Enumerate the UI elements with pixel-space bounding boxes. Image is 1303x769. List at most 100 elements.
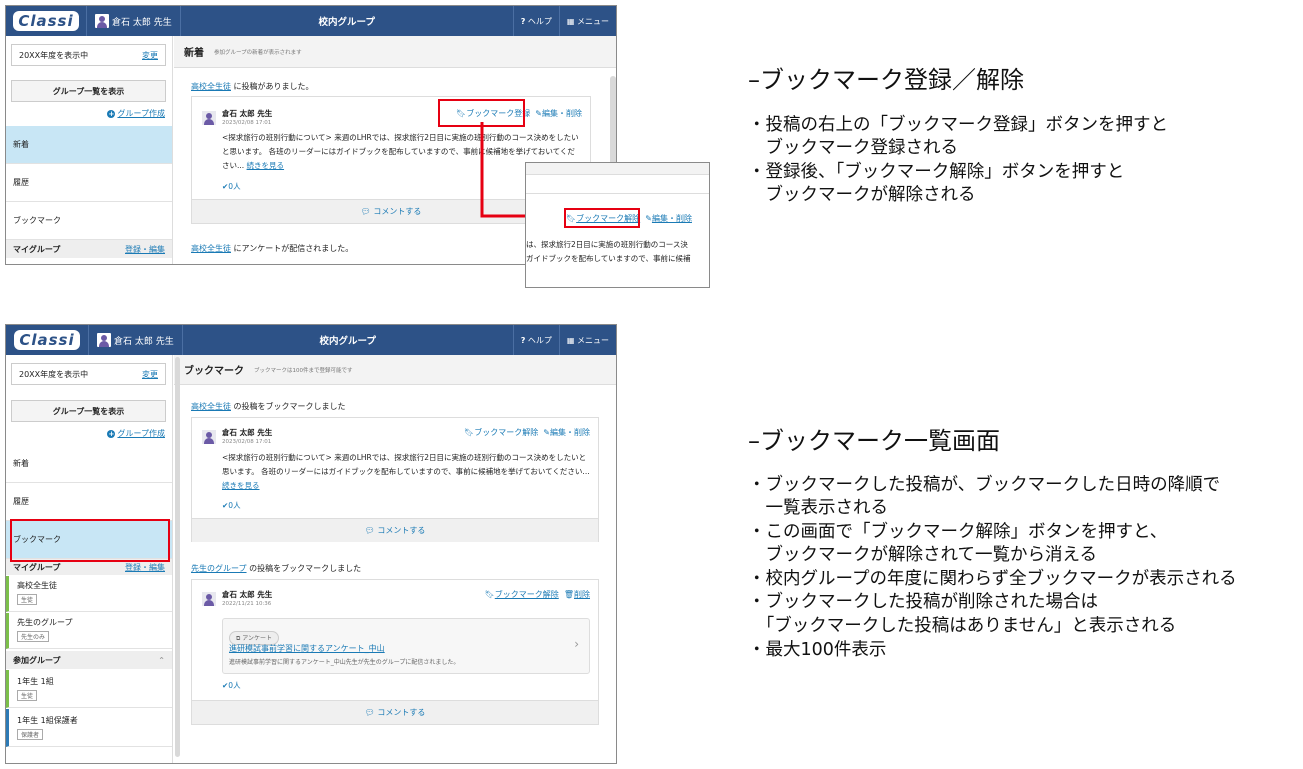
bullet-line: ・ブックマークした投稿が削除された場合は bbox=[748, 592, 1098, 612]
window-title: 校内グループ bbox=[318, 17, 375, 28]
bullet-line: ・この画面で「ブックマーク解除」ボタンを押すと、 bbox=[748, 522, 1168, 542]
nav-new[interactable]: 新着 bbox=[6, 445, 172, 483]
trash-icon: 🗑︎ bbox=[563, 590, 574, 599]
page-subtitle: 参加グループの新着が表示されます bbox=[214, 49, 302, 56]
section-heading-bookmark-list: –ブックマーク一覧画面 bbox=[748, 427, 1000, 455]
delete-button[interactable]: 🗑︎削除 bbox=[564, 590, 590, 599]
post-actions: 🔖︎ブックマーク解除 ✎編集・削除 bbox=[464, 427, 590, 438]
comment-icon: 💬︎ bbox=[364, 708, 375, 717]
register-edit-link[interactable]: 登録・編集 bbox=[125, 562, 165, 573]
content-header: 新着 参加グループの新着が表示されます bbox=[174, 36, 616, 68]
plus-icon: + bbox=[107, 110, 116, 118]
nav-bookmark[interactable]: ブックマーク bbox=[6, 202, 172, 240]
post-date: 2023/02/08 17:01 bbox=[222, 439, 272, 445]
zoom-body-line-2: ガイドブックを配布していますので、事前に候補 bbox=[526, 254, 691, 263]
content-header: ブックマーク ブックマークは100件まで登録可能です bbox=[174, 355, 616, 385]
pencil-icon: ✎ bbox=[645, 214, 652, 223]
scrollbar[interactable] bbox=[175, 357, 180, 757]
group-link[interactable]: 高校全生徒 bbox=[191, 402, 231, 411]
bullet-line: ブックマークが解除されて一覧から消える bbox=[748, 545, 1097, 565]
help-button[interactable]: ? ヘルプ bbox=[512, 325, 559, 355]
author-avatar-icon bbox=[202, 430, 216, 444]
group-list-button[interactable]: グループ一覧を表示 bbox=[11, 80, 166, 102]
menu-button[interactable]: ▦ メニュー bbox=[558, 6, 616, 36]
year-change-link[interactable]: 変更 bbox=[142, 369, 158, 380]
pencil-icon: ✎ bbox=[543, 428, 550, 437]
question-icon: ? bbox=[520, 335, 526, 345]
bullet-line: ブックマーク登録される bbox=[748, 138, 958, 158]
like-count[interactable]: ✔0人 bbox=[222, 680, 241, 691]
window-title: 校内グループ bbox=[319, 336, 376, 347]
edit-delete-button[interactable]: ✎編集・削除 bbox=[543, 428, 590, 437]
feed-notice-2: 高校全生徒 にアンケートが配信されました。 bbox=[191, 244, 354, 253]
comment-icon: 💬︎ bbox=[364, 526, 375, 535]
bullet-line: 「ブックマークした投稿はありません」と表示される bbox=[748, 616, 1177, 636]
question-icon: ? bbox=[520, 16, 526, 26]
highlight-nav-bookmark bbox=[10, 519, 170, 562]
post-body: <探求旅行の班別行動について> 来週のLHRでは、探求旅行2日目に実施の班別行動… bbox=[222, 453, 590, 490]
year-selector: 20XX年度を表示中 変更 bbox=[11, 44, 166, 66]
chevron-right-icon: › bbox=[574, 637, 579, 651]
bullet-line: ・ブックマークした投稿が、ブックマークした日時の降順で bbox=[748, 475, 1221, 495]
main-content: ブックマーク ブックマークは100件まで登録可能です 高校全生徒 の投稿をブックマ… bbox=[174, 355, 616, 763]
comment-button[interactable]: 💬︎ コメントする bbox=[192, 518, 598, 542]
bookmark-remove-button[interactable]: 🔖︎ブックマーク解除 bbox=[464, 428, 538, 437]
group-list-button[interactable]: グループ一覧を表示 bbox=[11, 400, 166, 422]
user-menu[interactable]: 倉石 太郎 先生 bbox=[86, 6, 181, 36]
classi-logo: Classi bbox=[6, 325, 88, 355]
user-menu[interactable]: 倉石 太郎 先生 bbox=[88, 325, 183, 355]
joined-group-item[interactable]: 1年生 1組保護者 保護者 bbox=[6, 709, 172, 747]
register-edit-link[interactable]: 登録・編集 bbox=[125, 244, 165, 255]
zoom-edit-button[interactable]: ✎編集・削除 bbox=[645, 214, 692, 223]
survey-description: 進研模試事前学習に関するアンケート_中山先生が先生のグループに配信されました。 bbox=[229, 659, 460, 666]
pencil-icon: ✎ bbox=[535, 109, 542, 118]
survey-attachment[interactable]: ⧉ アンケート 進研模試事前学習に関するアンケート_中山 進研模試事前学習に関す… bbox=[222, 618, 590, 674]
read-more-link[interactable]: 続きを見る bbox=[247, 161, 285, 170]
post-author: 倉石 太郎 先生 bbox=[222, 590, 273, 599]
create-group-link[interactable]: + グループ作成 bbox=[107, 108, 165, 119]
comment-button[interactable]: 💬︎ コメントする bbox=[192, 700, 598, 724]
classi-logo: Classi bbox=[6, 6, 86, 36]
plus-icon: + bbox=[107, 430, 116, 438]
top-bar: Classi 倉石 太郎 先生 校内グループ ? ヘルプ ▦ メニュー bbox=[6, 325, 616, 355]
menu-button[interactable]: ▦ メニュー bbox=[558, 325, 616, 355]
post-date: 2023/02/08 17:01 bbox=[222, 120, 272, 126]
group-link[interactable]: 高校全生徒 bbox=[191, 82, 231, 91]
post-date: 2022/11/21 10:36 bbox=[222, 601, 272, 607]
year-change-link[interactable]: 変更 bbox=[142, 50, 158, 61]
chevron-up-icon[interactable]: ⌃ bbox=[158, 656, 165, 665]
top-bar: Classi 倉石 太郎 先生 校内グループ ? ヘルプ ▦ メニュー bbox=[6, 6, 616, 36]
page-title: 新着 bbox=[184, 48, 204, 59]
bookmark-remove-button[interactable]: 🔖︎ブックマーク解除 bbox=[485, 590, 559, 599]
nav-history[interactable]: 履歴 bbox=[6, 483, 172, 521]
create-group-link[interactable]: + グループ作成 bbox=[107, 428, 165, 439]
section-heading-bookmark-toggle: –ブックマーク登録／解除 bbox=[748, 66, 1024, 94]
nav-history[interactable]: 履歴 bbox=[6, 164, 172, 202]
my-group-item[interactable]: 高校全生徒 生徒 bbox=[6, 576, 172, 612]
edit-delete-button[interactable]: ✎編集・削除 bbox=[535, 109, 582, 118]
my-group-item[interactable]: 先生のグループ 先生のみ bbox=[6, 613, 172, 649]
bullet-line: ・校内グループの年度に関わらず全ブックマークが表示される bbox=[748, 569, 1237, 589]
group-link-2[interactable]: 先生のグループ bbox=[191, 564, 247, 573]
user-name: 倉石 太郎 先生 bbox=[114, 336, 174, 347]
user-avatar-icon bbox=[97, 333, 111, 347]
joined-group-item[interactable]: 1年生 1組 生徒 bbox=[6, 670, 172, 708]
post-card-2: 倉石 太郎 先生 2022/11/21 10:36 🔖︎ブックマーク解除 🗑︎削… bbox=[191, 579, 599, 725]
author-avatar-icon bbox=[202, 592, 216, 606]
joined-group-section: 参加グループ ⌃ bbox=[6, 651, 172, 669]
like-count[interactable]: ✔0人 bbox=[222, 181, 241, 192]
zoom-inset: 🔖︎ブックマーク解除 ✎編集・削除 は、探求旅行2日目に実施の班別行動のコース決… bbox=[525, 162, 710, 288]
bullet-line: 一覧表示される bbox=[748, 498, 888, 518]
highlight-bookmark-remove bbox=[564, 208, 640, 228]
post-card: 倉石 太郎 先生 2023/02/08 17:01 🔖︎ブックマーク解除 ✎編集… bbox=[191, 417, 599, 542]
zoom-body-line-1: は、探求旅行2日目に実施の班別行動のコース決 bbox=[526, 240, 688, 249]
sidebar: 20XX年度を表示中 変更 グループ一覧を表示 + グループ作成 新着 履歴 ブック… bbox=[6, 36, 173, 264]
help-button[interactable]: ? ヘルプ bbox=[512, 6, 559, 36]
survey-title-link[interactable]: 進研模試事前学習に関するアンケート_中山 bbox=[229, 643, 385, 654]
bookmark-notice: 高校全生徒 の投稿をブックマークしました bbox=[191, 402, 346, 411]
group-link-2[interactable]: 高校全生徒 bbox=[191, 244, 231, 253]
like-count[interactable]: ✔0人 bbox=[222, 500, 241, 511]
read-more-link[interactable]: 続きを見る bbox=[222, 481, 260, 490]
author-avatar-icon bbox=[202, 111, 216, 125]
nav-new[interactable]: 新着 bbox=[6, 126, 172, 164]
